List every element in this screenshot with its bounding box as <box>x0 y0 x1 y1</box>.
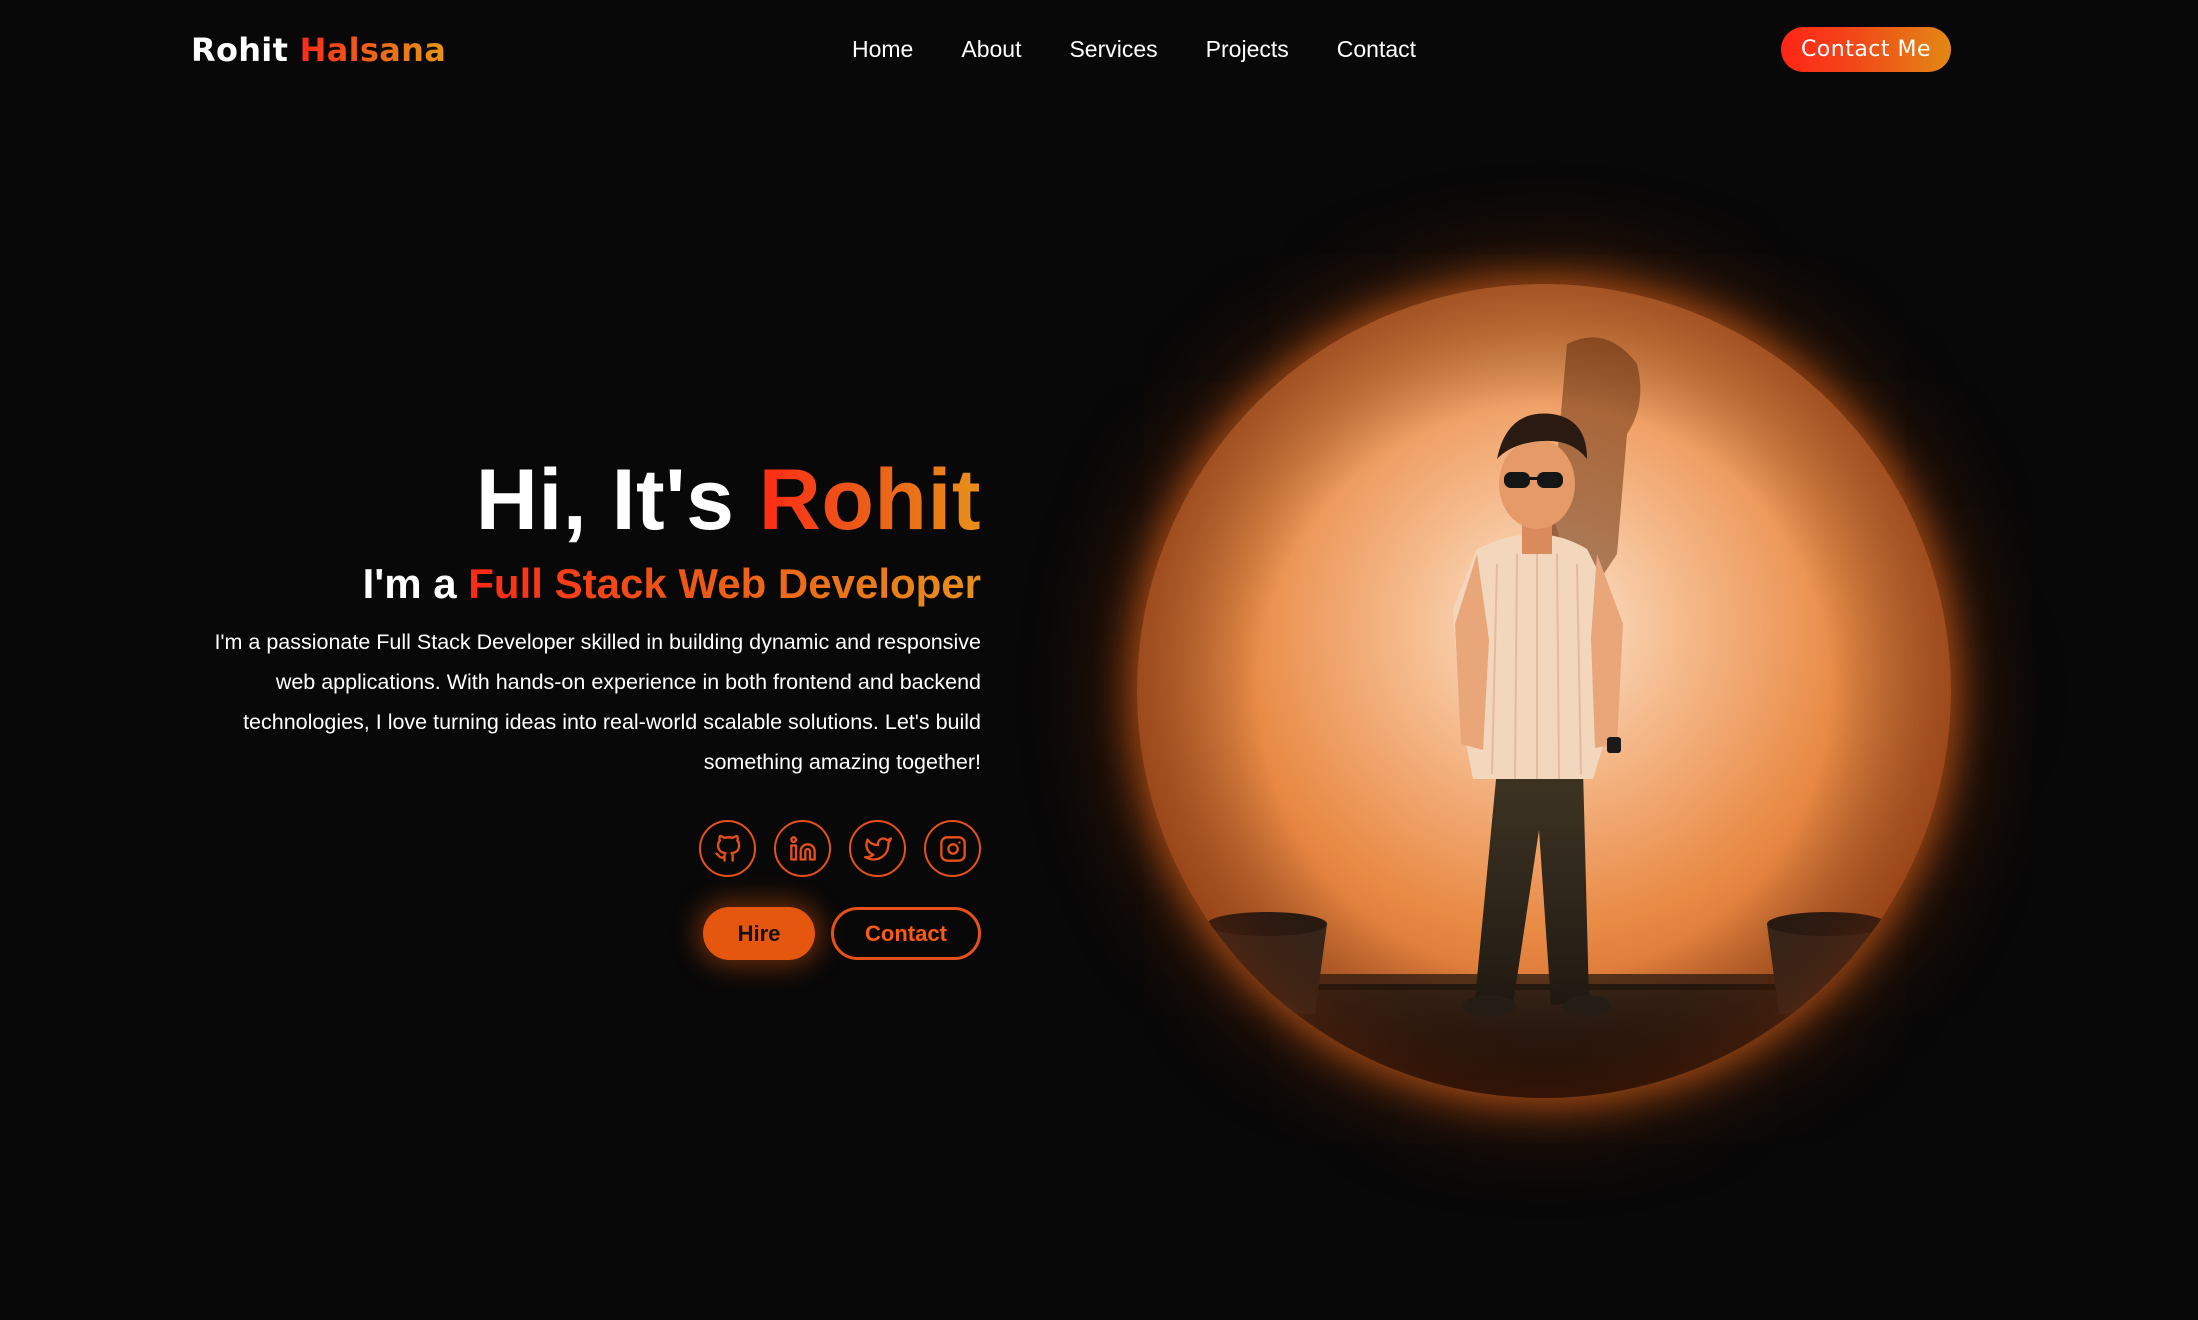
twitter-icon <box>863 836 892 861</box>
linkedin-link[interactable] <box>774 820 831 877</box>
nav-link-home[interactable]: Home <box>852 34 913 64</box>
nav-link-contact[interactable]: Contact <box>1337 34 1416 64</box>
hire-button[interactable]: Hire <box>703 907 815 960</box>
linkedin-icon <box>789 835 816 861</box>
logo-first-name: Rohit <box>191 31 289 69</box>
hero-text: Hi, It's Rohit I'm a Full Stack Web Deve… <box>180 450 981 960</box>
social-links <box>180 820 981 877</box>
hero-actions: Hire Contact <box>180 907 981 960</box>
role-title: Full Stack Web Developer <box>468 560 981 607</box>
profile-photo <box>1137 284 1951 1098</box>
profile-photo-illustration <box>1137 284 1951 1098</box>
navbar: Rohit Halsana Home About Services Projec… <box>0 0 2198 100</box>
page: Rohit Halsana Home About Services Projec… <box>0 0 2198 1320</box>
github-link[interactable] <box>699 820 756 877</box>
hero-title: Hi, It's Rohit <box>180 450 981 550</box>
instagram-link[interactable] <box>924 820 981 877</box>
hero-description: I'm a passionate Full Stack Developer sk… <box>214 630 981 774</box>
twitter-link[interactable] <box>849 820 906 877</box>
hero-name: Rohit <box>758 452 981 548</box>
instagram-icon <box>939 835 966 862</box>
nav-link-services[interactable]: Services <box>1069 34 1157 64</box>
nav-link-projects[interactable]: Projects <box>1206 34 1289 64</box>
role-prefix: I'm a <box>362 560 469 607</box>
hero-subtitle: I'm a Full Stack Web Developer <box>180 558 981 610</box>
github-icon <box>714 834 740 862</box>
nav-link-about[interactable]: About <box>961 34 1021 64</box>
logo[interactable]: Rohit Halsana <box>191 30 446 70</box>
logo-last-name: Halsana <box>299 31 447 69</box>
contact-button[interactable]: Contact <box>831 907 981 960</box>
hero-greeting: Hi, It's <box>475 452 759 548</box>
contact-me-button[interactable]: Contact Me <box>1781 27 1951 72</box>
nav-links: Home About Services Projects Contact <box>852 34 1416 64</box>
